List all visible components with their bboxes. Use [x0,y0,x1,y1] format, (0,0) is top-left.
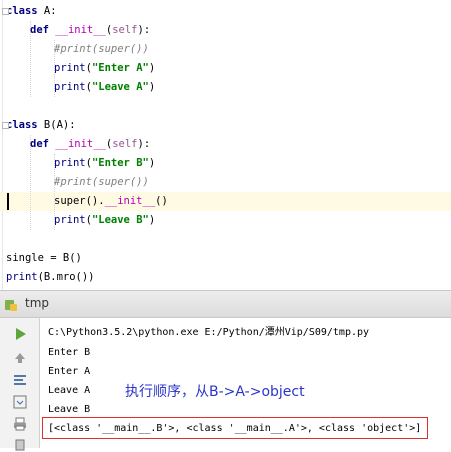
code-line[interactable]: def __init__(self): [30,21,150,40]
code-line[interactable]: super().__init__() [54,192,168,211]
code-token: "Enter A" [91,62,149,74]
code-token: class [6,5,38,17]
code-token: __init__ [55,138,106,150]
code-token: ) [148,62,156,74]
fold-marker-icon[interactable] [2,8,9,15]
code-token: "Leave A" [91,81,149,93]
code-token: single = B() [6,252,82,264]
code-token: ) [148,81,156,93]
arrow-up-icon[interactable] [11,350,29,366]
code-token: ) [148,157,156,169]
code-token: print [6,271,38,283]
code-token: "Leave B" [91,214,149,226]
code-token: print [54,214,86,226]
code-line[interactable]: print("Enter A") [54,59,155,78]
run-config-icon [5,300,17,311]
code-token: self [112,24,138,36]
output-line: Enter B [48,347,91,358]
code-token: ) [148,214,156,226]
scroll-to-end-icon[interactable] [11,394,29,410]
run-toolbar [0,318,40,451]
code-token: print [54,157,86,169]
code-token: print [54,81,86,93]
output-line: Enter A [48,366,91,377]
code-token: (B.mro()) [37,271,95,283]
code-token: ): [137,24,151,36]
trash-icon[interactable] [11,436,29,452]
soft-wrap-icon[interactable] [11,372,29,388]
code-token: A: [37,5,57,17]
fold-marker-icon[interactable] [2,122,9,129]
highlight-box [42,417,428,439]
rerun-icon[interactable] [11,326,29,342]
code-token: def [30,24,49,36]
command-line: C:\Python3.5.2\python.exe E:/Python/潭州Vi… [48,327,370,338]
code-token: super [54,195,86,207]
code-token: print [54,62,86,74]
code-line[interactable]: single = B() [6,249,82,268]
output-line: Leave A [48,385,91,396]
print-icon[interactable] [11,416,29,432]
code-line[interactable]: print("Leave A") [54,78,155,97]
code-line[interactable]: class B(A): [6,116,76,135]
code-token: class [6,119,38,131]
code-line[interactable]: #print(super()) [54,173,149,192]
code-token: __init__ [55,24,106,36]
code-line[interactable]: print(B.mro()) [6,268,95,287]
code-token: B(A): [37,119,76,131]
code-editor[interactable]: class A: def __init__(self): #print(super(… [0,0,451,290]
code-token: (). [85,195,105,207]
code-line[interactable]: class A: [6,2,57,21]
console-output[interactable]: C:\Python3.5.2\python.exe E:/Python/潭州Vi… [41,318,451,448]
code-token: self [112,138,138,150]
code-token: def [30,138,49,150]
code-token: __init__ [104,195,156,207]
code-token: "Enter B" [91,157,149,169]
code-line[interactable]: #print(super()) [54,40,149,59]
annotation-note: 执行顺序，从B->A->object [125,384,305,400]
code-token: () [155,195,168,207]
code-token: #print(super()) [54,176,149,188]
run-tool-window-header: tmp [0,290,451,318]
gutter [2,0,3,290]
run-tab-title[interactable]: tmp [25,296,49,310]
text-caret [7,193,9,210]
code-line[interactable]: print("Enter B") [54,154,155,173]
code-line[interactable]: print("Leave B") [54,211,155,230]
code-token: ): [137,138,151,150]
code-line[interactable]: def __init__(self): [30,135,150,154]
code-token: #print(super()) [54,43,149,55]
